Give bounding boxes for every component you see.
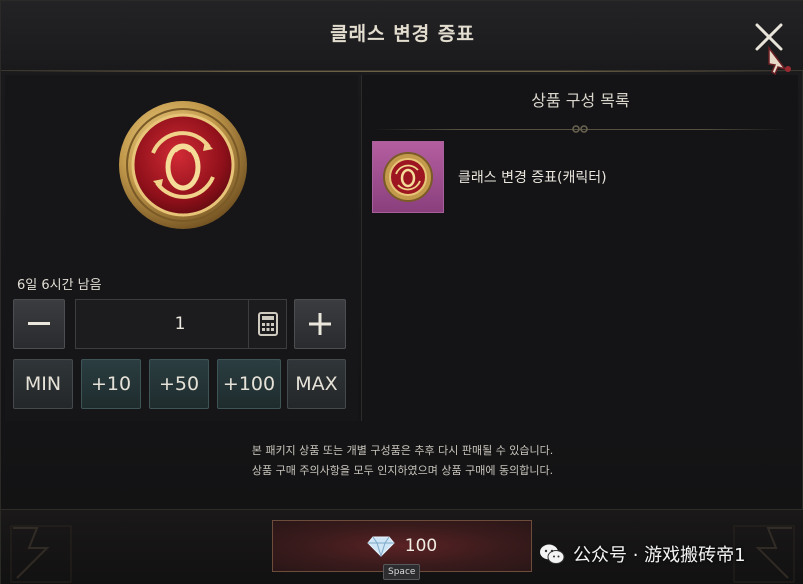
- ornament-icon: [10, 525, 72, 583]
- buy-price: 100: [404, 536, 438, 556]
- minus-icon: [28, 322, 50, 325]
- mouse-cursor-icon: [768, 45, 791, 76]
- watermark: 公众号 · 游戏搬砖帝1: [539, 541, 746, 567]
- quantity-input[interactable]: 1: [75, 299, 287, 349]
- increase-quantity-button[interactable]: [294, 299, 346, 349]
- time-remaining: 6일 6시간 남음: [17, 278, 102, 293]
- title-bar: 클래스 변경 증표: [1, 1, 803, 72]
- watermark-text: 公众号 · 游戏搬砖帝1: [573, 545, 746, 566]
- max-quantity-button[interactable]: MAX: [287, 359, 346, 409]
- add-100-button[interactable]: +100: [217, 359, 281, 409]
- notice-line-2: 상품 구매 주의사항을 모두 인지하였으며 상품 구매에 동의합니다.: [251, 464, 554, 477]
- wechat-icon: [540, 544, 565, 564]
- class-change-token-icon: [372, 141, 444, 213]
- class-change-token-icon: [113, 95, 253, 235]
- calculator-button[interactable]: [248, 300, 286, 348]
- contents-panel: 상품 구성 목록 클래스 변경 증표(캐릭터): [361, 75, 798, 421]
- hotkey-hint: Space: [383, 564, 421, 580]
- add-50-button[interactable]: +50: [149, 359, 209, 409]
- calculator-icon: [257, 312, 278, 336]
- dialog-title: 클래스 변경 증표: [330, 23, 475, 45]
- add-10-button[interactable]: +10: [81, 359, 141, 409]
- quantity-value[interactable]: 1: [76, 314, 248, 334]
- list-item[interactable]: 클래스 변경 증표(캐릭터): [372, 139, 792, 215]
- min-quantity-button[interactable]: MIN: [13, 359, 73, 409]
- plus-icon: [309, 313, 331, 335]
- item-name: 클래스 변경 증표(캐릭터): [458, 170, 607, 186]
- purchase-panel: 6일 6시간 남음 1 MIN +10 +50 +100 MAX: [5, 75, 358, 421]
- decrease-quantity-button[interactable]: [13, 299, 65, 349]
- diamond-icon: [367, 536, 395, 557]
- contents-header: 상품 구성 목록: [531, 91, 630, 110]
- purchase-dialog: 클래스 변경 증표 6일 6시간 남음 1 MIN +10 +50 +100 M…: [0, 0, 803, 584]
- divider-ornament-icon: [572, 125, 588, 133]
- purchase-notice: 본 패키지 상품 또는 개별 구성품은 추후 다시 판매될 수 있습니다. 상품…: [1, 441, 803, 481]
- notice-line-1: 본 패키지 상품 또는 개별 구성품은 추후 다시 판매될 수 있습니다.: [251, 444, 554, 457]
